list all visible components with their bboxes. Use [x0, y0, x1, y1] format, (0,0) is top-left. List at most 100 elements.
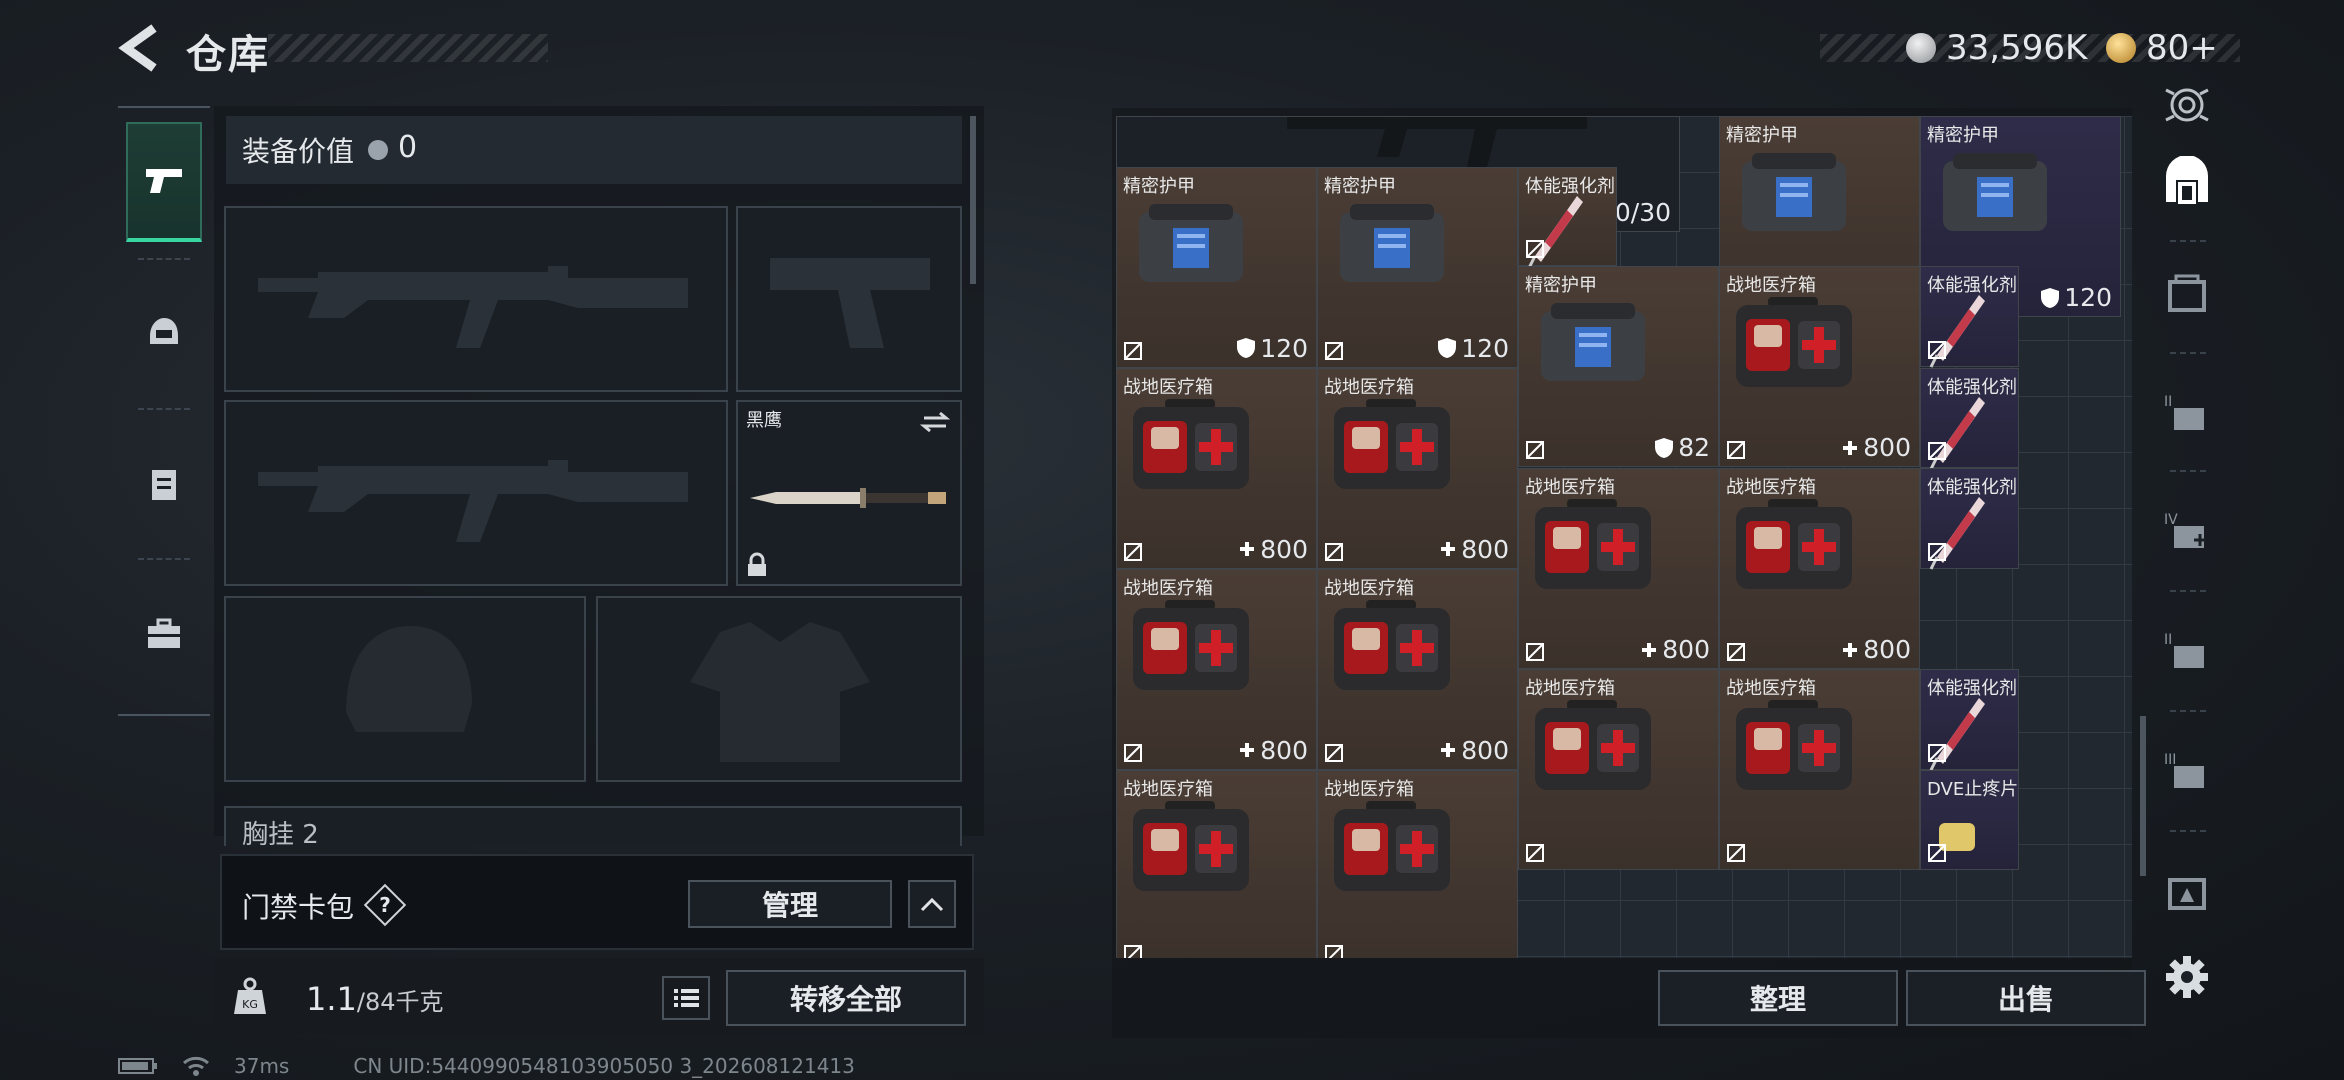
rifle-silhouette-icon [258, 460, 688, 542]
no-trade-icon [1526, 240, 1544, 259]
armor-item[interactable]: 精密护甲 120 [1317, 166, 1518, 368]
svg-text:KG: KG [242, 998, 258, 1011]
weight-kg-icon: KG [234, 977, 266, 1014]
armor-item[interactable]: 精密护甲 120 [1116, 166, 1317, 368]
melee-name: 黑鹰 [746, 410, 782, 431]
syringe-icon [1527, 195, 1583, 269]
secondary-weapon-slot[interactable] [224, 400, 728, 586]
sort-button[interactable]: 整理 [1658, 970, 1898, 1026]
backpack-icon [152, 470, 176, 500]
no-trade-icon [1526, 643, 1544, 662]
no-trade-icon [1124, 944, 1142, 958]
armor-item[interactable]: 精密护甲 82 [1518, 266, 1719, 468]
target-icon[interactable] [2162, 80, 2212, 130]
item-value: 82 [1654, 433, 1710, 462]
svg-text:II: II [2164, 632, 2172, 648]
chevron-up-icon [920, 897, 944, 912]
item-name: 战地医疗箱 [1123, 376, 1213, 398]
ammo-count: 0/30 [1614, 198, 1671, 227]
plus-icon [1843, 440, 1858, 455]
item-value: 800 [1439, 535, 1509, 564]
currency-secondary-value: 80+ [2146, 28, 2218, 68]
medkit-item[interactable]: 战地医疗箱 800 [1116, 568, 1317, 770]
no-trade-icon [1325, 542, 1343, 561]
no-trade-icon [1124, 743, 1142, 762]
inventory-scrollbar[interactable] [2140, 716, 2146, 876]
no-trade-icon [1928, 442, 1946, 461]
map-stash-icon[interactable] [2162, 866, 2212, 916]
tab-weapons[interactable] [126, 122, 202, 242]
equipment-value: 0 [398, 130, 418, 165]
plus-icon [1843, 642, 1858, 657]
stimulant-item[interactable]: 体能强化剂 [1920, 669, 2020, 772]
medkit-item[interactable]: 战地医疗箱 [1518, 669, 1719, 871]
sidearm-slot[interactable] [736, 206, 962, 392]
item-name: 战地医疗箱 [1726, 678, 1816, 700]
first-aid-kit-icon [1133, 800, 1249, 891]
title-decoration [268, 34, 548, 62]
pills-item[interactable]: DVE止疼片 [1920, 769, 2020, 871]
melee-slot[interactable]: 黑鹰 [736, 400, 962, 586]
medkit-item[interactable]: 战地医疗箱 800 [1116, 367, 1317, 569]
no-trade-icon [1928, 542, 1946, 561]
chest-rig-label: 胸挂 2 [242, 820, 319, 850]
no-trade-icon [1325, 341, 1343, 360]
medkit-item[interactable]: 战地医疗箱 [1116, 769, 1317, 958]
tab-backpack[interactable] [126, 424, 202, 544]
shield-icon [1655, 437, 1674, 458]
primary-weapon-slot[interactable] [224, 206, 728, 392]
item-value: 800 [1238, 535, 1308, 564]
uid-text: CN UID:5440990548103905050 3_20260812141… [353, 1054, 855, 1078]
item-name: 精密护甲 [1525, 275, 1597, 297]
armor-vest-icon [1943, 153, 2047, 231]
medical-tier-4-icon[interactable]: IV [2162, 506, 2212, 556]
stash-tier-3-icon[interactable]: III [2162, 746, 2212, 796]
back-arrow-icon[interactable] [116, 22, 164, 74]
weight-value: 1.1/84千克 [306, 980, 444, 1018]
item-value: 800 [1439, 736, 1509, 765]
item-name: 战地医疗箱 [1123, 778, 1213, 800]
wifi-icon [183, 1056, 209, 1076]
category-tabs [118, 106, 210, 716]
sell-button[interactable]: 出售 [1906, 970, 2146, 1026]
first-aid-kit-icon [1334, 800, 1450, 891]
tab-gear[interactable] [126, 274, 202, 394]
medkit-item[interactable]: 战地医疗箱 800 [1317, 568, 1518, 770]
manage-button[interactable]: 管理 [688, 880, 892, 928]
medkit-item[interactable]: 战地医疗箱 800 [1317, 367, 1518, 569]
armor-vest-icon [1340, 203, 1444, 282]
medkit-item[interactable]: 战地医疗箱 [1719, 669, 1920, 871]
transfer-all-button[interactable]: 转移全部 [726, 970, 966, 1026]
armor-slot[interactable] [596, 596, 962, 782]
item-value: 800 [1238, 736, 1308, 765]
expand-button[interactable] [908, 880, 956, 928]
stash-tier-2-icon[interactable]: II [2162, 388, 2212, 438]
page-title: 仓库 [186, 32, 270, 78]
first-aid-kit-icon [1736, 297, 1852, 388]
medkit-item[interactable]: 战地医疗箱 800 [1719, 266, 1920, 468]
gold-coin-icon [2106, 33, 2136, 63]
loadout-scrollbar[interactable] [970, 116, 976, 284]
lock-icon [748, 552, 766, 576]
item-value: 120 [2040, 283, 2112, 312]
chest-rig-slot[interactable] [224, 806, 962, 846]
stimulant-item[interactable]: 体能强化剂 [1920, 266, 2020, 368]
tab-supplies[interactable] [126, 574, 202, 694]
gear-icon[interactable] [2162, 952, 2212, 1002]
warehouse-icon[interactable] [2162, 156, 2212, 206]
swap-icon[interactable] [920, 410, 950, 434]
stash-tier-2b-icon[interactable]: II [2162, 626, 2212, 676]
medkit-item[interactable]: 战地医疗箱 [1317, 769, 1518, 958]
stash-box-icon[interactable] [2162, 268, 2212, 318]
medkit-item[interactable]: 战地医疗箱 800 [1518, 468, 1719, 670]
stimulant-item[interactable]: 体能强化剂 [1518, 166, 1618, 269]
currency-primary: 33,596K [1906, 28, 2087, 68]
helmet-slot[interactable] [224, 596, 586, 782]
medkit-item[interactable]: 战地医疗箱 800 [1719, 468, 1920, 670]
list-view-button[interactable] [662, 976, 710, 1020]
no-trade-icon [1727, 643, 1745, 662]
stimulant-item[interactable]: 体能强化剂 [1920, 367, 2020, 470]
item-name: 战地医疗箱 [1525, 477, 1615, 499]
helmet-silhouette-icon [346, 626, 472, 732]
stimulant-item[interactable]: 体能强化剂 [1920, 468, 2020, 571]
